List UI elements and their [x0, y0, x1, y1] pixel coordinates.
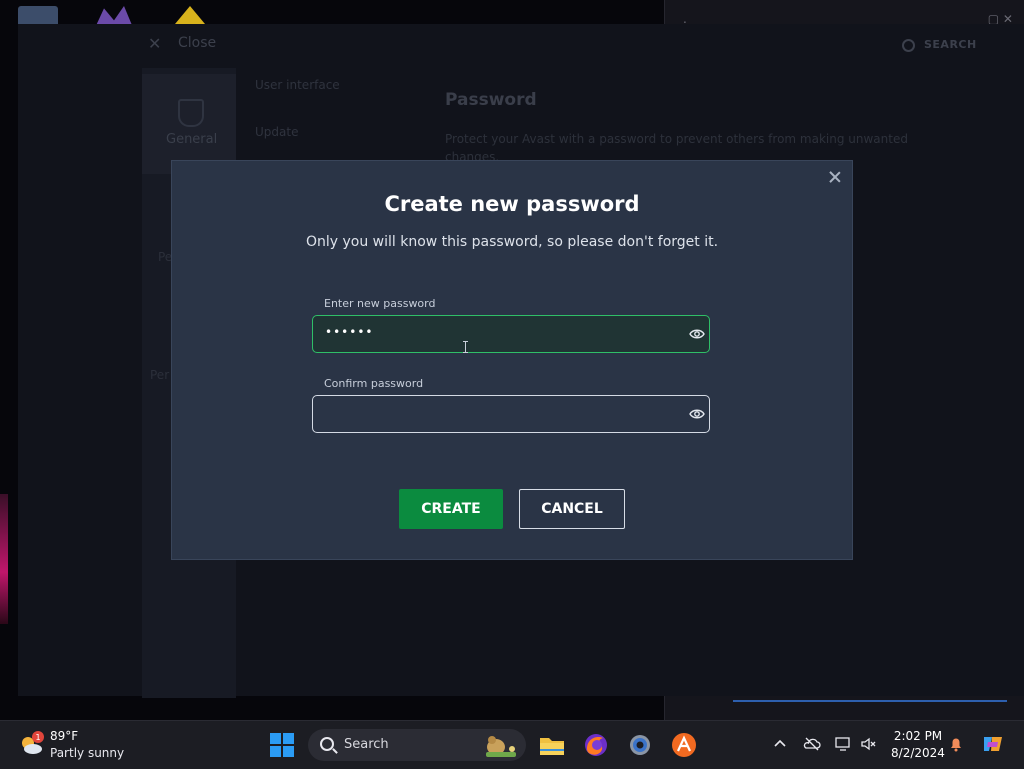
- create-password-dialog: Create new password Only you will know t…: [172, 161, 852, 559]
- search-icon: [320, 737, 334, 751]
- firefox-icon[interactable]: [581, 730, 611, 760]
- sidebar-item-label: Pe: [158, 250, 173, 264]
- weather-temperature[interactable]: 89°F: [50, 729, 78, 743]
- weather-description[interactable]: Partly sunny: [50, 746, 124, 760]
- dialog-title: Create new password: [384, 192, 640, 216]
- background-window-edge: [0, 494, 8, 624]
- notification-bell-icon[interactable]: [947, 735, 965, 753]
- search-icon[interactable]: [902, 39, 915, 52]
- close-icon[interactable]: ✕: [148, 34, 161, 53]
- section-title: Password: [445, 90, 537, 110]
- new-password-value: ••••••: [325, 325, 374, 339]
- settings-topbar: [18, 24, 1024, 64]
- taskbar: 1 89°F Partly sunny Search 2:02 PM 8/2/2…: [0, 720, 1024, 769]
- show-password-icon[interactable]: [689, 328, 705, 340]
- volume-muted-icon[interactable]: [860, 735, 878, 753]
- close-dialog-icon[interactable]: [827, 169, 843, 185]
- clock-date[interactable]: 8/2/2024: [886, 746, 950, 760]
- taskbar-search-box[interactable]: Search: [308, 729, 526, 761]
- cancel-button[interactable]: CANCEL: [519, 489, 625, 529]
- shield-icon: [178, 99, 204, 127]
- taskbar-search-label: Search: [344, 737, 389, 752]
- show-hidden-icons-chevron-up-icon[interactable]: [771, 735, 789, 753]
- close-settings-link[interactable]: Close: [178, 35, 216, 51]
- file-explorer-icon[interactable]: [537, 730, 567, 760]
- create-button[interactable]: CREATE: [399, 489, 503, 529]
- weather-badge: 1: [35, 733, 40, 742]
- menu-item-user-interface[interactable]: User interface: [255, 78, 340, 92]
- clock-time[interactable]: 2:02 PM: [890, 729, 946, 743]
- sidebar-item-label: Per: [150, 368, 170, 382]
- sidebar-item-label: General: [166, 132, 218, 147]
- weather-partly-sunny-icon[interactable]: 1: [18, 731, 44, 757]
- text-cursor-icon: [463, 341, 468, 353]
- network-icon[interactable]: [834, 735, 852, 753]
- copilot-icon[interactable]: [981, 732, 1005, 756]
- windows-start-icon[interactable]: [270, 733, 294, 757]
- settings-search-button[interactable]: SEARCH: [924, 38, 977, 51]
- background-window-divider: [733, 700, 1007, 702]
- search-highlight-icon: [486, 736, 516, 757]
- show-password-icon[interactable]: [689, 408, 705, 420]
- new-password-label: Enter new password: [324, 297, 436, 310]
- onedrive-offline-icon[interactable]: [803, 735, 821, 753]
- menu-item-update[interactable]: Update: [255, 125, 298, 139]
- confirm-password-label: Confirm password: [324, 377, 424, 390]
- settings-gear-icon[interactable]: [625, 730, 655, 760]
- confirm-password-field[interactable]: [312, 395, 710, 433]
- new-password-field[interactable]: ••••••: [312, 315, 710, 353]
- dialog-subtitle: Only you will know this password, so ple…: [305, 234, 719, 250]
- avast-icon[interactable]: [669, 730, 699, 760]
